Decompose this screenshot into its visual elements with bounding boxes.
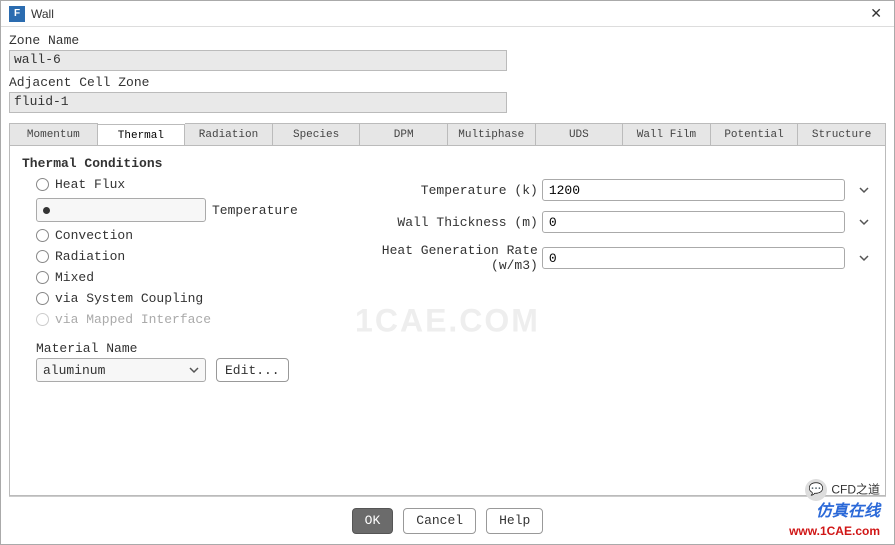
material-value: aluminum [43,363,105,378]
heat-gen-dropdown-icon[interactable] [855,249,873,267]
thermal-conditions-title: Thermal Conditions [22,156,873,171]
wall-thickness-input[interactable] [542,211,845,233]
tab-dpm[interactable]: DPM [360,123,448,145]
radio-icon [36,250,49,263]
edit-material-button[interactable]: Edit... [216,358,289,382]
wall-thickness-dropdown-icon[interactable] [855,213,873,231]
dialog-footer: OK Cancel Help 💬CFD之道 仿真在线 www.1CAE.com [9,496,886,544]
radio-label: via System Coupling [55,291,203,306]
radio-label: Temperature [212,203,298,218]
radio-mixed[interactable]: Mixed [36,270,298,285]
zone-name-field[interactable]: wall-6 [9,50,507,71]
radio-label: Convection [55,228,133,243]
adjacent-zone-label: Adjacent Cell Zone [9,75,886,90]
tab-momentum[interactable]: Momentum [9,123,98,145]
ok-button[interactable]: OK [352,508,394,534]
heat-gen-input[interactable] [542,247,845,269]
radio-icon [36,198,206,222]
radio-icon [36,178,49,191]
radio-label: via Mapped Interface [55,312,211,327]
radio-icon [36,229,49,242]
tab-structure[interactable]: Structure [798,123,886,145]
temperature-label: Temperature (k) [328,183,538,198]
adjacent-zone-field[interactable]: fluid-1 [9,92,507,113]
radio-label: Mixed [55,270,94,285]
temperature-input[interactable] [542,179,845,201]
radio-radiation[interactable]: Radiation [36,249,298,264]
thermal-conditions-group: Heat Flux Temperature Convection Radiati… [36,177,298,327]
brand-line2: 仿真在线 [789,501,880,523]
radio-label: Heat Flux [55,177,125,192]
wall-dialog: F Wall ✕ Zone Name wall-6 Adjacent Cell … [0,0,895,545]
temperature-row: Temperature (k) [328,179,873,201]
tab-uds[interactable]: UDS [536,123,624,145]
tab-radiation[interactable]: Radiation [185,123,273,145]
radio-icon [36,313,49,326]
cancel-button[interactable]: Cancel [403,508,476,534]
help-button[interactable]: Help [486,508,543,534]
app-icon: F [9,6,25,22]
tab-thermal[interactable]: Thermal [98,124,186,146]
radio-label: Radiation [55,249,125,264]
wall-thickness-row: Wall Thickness (m) [328,211,873,233]
temperature-dropdown-icon[interactable] [855,181,873,199]
material-row: Material Name aluminum Edit... [36,341,873,382]
close-icon[interactable]: ✕ [866,5,886,22]
tab-potential[interactable]: Potential [711,123,799,145]
dialog-body: Zone Name wall-6 Adjacent Cell Zone flui… [1,27,894,544]
radio-mapped-interface: via Mapped Interface [36,312,298,327]
radio-icon [36,292,49,305]
material-select[interactable]: aluminum [36,358,206,382]
tab-species[interactable]: Species [273,123,361,145]
titlebar: F Wall ✕ [1,1,894,27]
brand-line3: www.1CAE.com [789,523,880,540]
heat-gen-label: Heat Generation Rate (w/m3) [328,243,538,273]
window-title: Wall [31,7,866,21]
wall-thickness-label: Wall Thickness (m) [328,215,538,230]
heat-gen-row: Heat Generation Rate (w/m3) [328,243,873,273]
tab-wall-film[interactable]: Wall Film [623,123,711,145]
chevron-down-icon [189,365,199,375]
thermal-pane: 1CAE.COM Thermal Conditions Heat Flux Te… [9,145,886,496]
radio-temperature[interactable]: Temperature [36,198,298,222]
thermal-fields: Temperature (k) Wall Thickness (m) Heat … [328,177,873,327]
tab-multiphase[interactable]: Multiphase [448,123,536,145]
radio-heat-flux[interactable]: Heat Flux [36,177,298,192]
zone-name-label: Zone Name [9,33,886,48]
material-label: Material Name [36,341,206,356]
radio-icon [36,271,49,284]
radio-convection[interactable]: Convection [36,228,298,243]
radio-system-coupling[interactable]: via System Coupling [36,291,298,306]
tab-bar: Momentum Thermal Radiation Species DPM M… [9,123,886,145]
